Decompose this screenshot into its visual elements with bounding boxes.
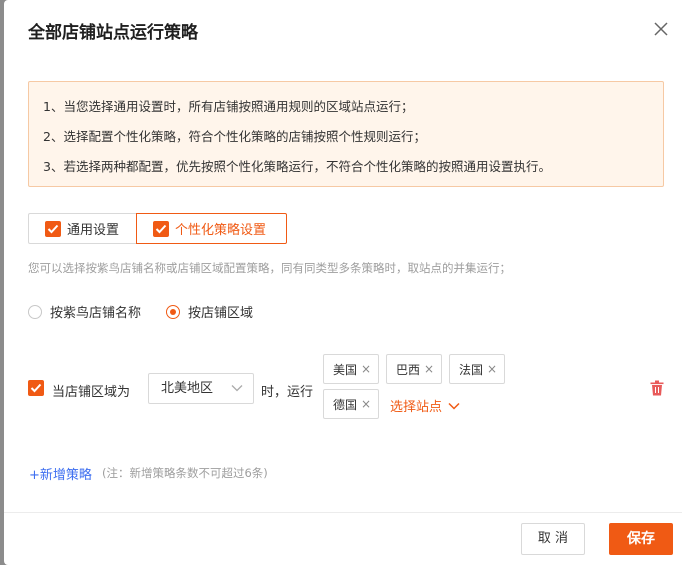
site-tag-us: 美国 × (323, 354, 380, 384)
notice-line-2: 2、选择配置个性化策略，符合个性化策略的店铺按照个性规则运行； (43, 129, 426, 144)
radio-by-store-name[interactable]: 按紫鸟店铺名称 (28, 302, 141, 321)
cancel-button[interactable]: 取 消 (521, 523, 585, 555)
general-checkbox-icon (45, 220, 61, 237)
site-tag-label: 巴西 (396, 362, 421, 377)
delete-rule-icon[interactable] (650, 380, 664, 396)
site-tag-label: 德国 (333, 397, 358, 412)
notice-box: 1、当您选择通用设置时，所有店铺按照通用规则的区域站点运行； 2、选择配置个性化… (28, 81, 664, 187)
notice-line-3: 3、若选择两种都配置，优先按照个性化策略运行，不符合个性化策略的按照通用设置执行… (43, 159, 551, 174)
radio-label-store-name: 按紫鸟店铺名称 (50, 306, 142, 321)
site-tag-label: 美国 (333, 362, 358, 377)
site-tag-br: 巴西 × (386, 354, 443, 384)
save-button[interactable]: 保存 (609, 523, 673, 555)
custom-strategy-label: 个性化策略设置 (175, 223, 267, 238)
close-icon[interactable] (652, 20, 670, 38)
add-strategy-note: (注：新增策略条数不可超过6条) (102, 466, 268, 480)
region-select-value: 北美地区 (161, 381, 214, 396)
remove-tag-icon[interactable]: × (361, 397, 371, 411)
site-tag-fr: 法国 × (449, 354, 506, 384)
remove-tag-icon[interactable]: × (487, 362, 497, 376)
select-sites-link[interactable]: 选择站点 (390, 396, 460, 415)
strategy-hint: 您可以选择按紫鸟店铺名称或店铺区域配置策略，同有同类型多条策略时，取站点的并集运… (28, 261, 511, 275)
rule-middle-label: 时，运行 (261, 385, 314, 400)
add-strategy-link[interactable]: +新增策略 (29, 464, 92, 483)
strategy-dialog: 全部店铺站点运行策略 1、当您选择通用设置时，所有店铺按照通用规则的区域站点运行… (4, 0, 682, 565)
rule-prefix-label: 当店铺区域为 (52, 385, 131, 400)
remove-tag-icon[interactable]: × (424, 362, 434, 376)
rule-checkbox[interactable] (28, 380, 44, 396)
radio-by-store-region[interactable]: 按店铺区域 (166, 302, 253, 321)
general-settings-label: 通用设置 (67, 223, 120, 238)
notice-line-1: 1、当您选择通用设置时，所有店铺按照通用规则的区域站点运行； (43, 99, 414, 114)
site-tag-label: 法国 (459, 362, 484, 377)
select-sites-label: 选择站点 (390, 400, 443, 415)
chevron-down-icon (231, 385, 243, 392)
radio-on-icon (166, 304, 180, 319)
region-select[interactable]: 北美地区 (148, 373, 254, 404)
radio-off-icon (28, 304, 42, 319)
dialog-title: 全部店铺站点运行策略 (28, 23, 198, 43)
general-settings-toggle[interactable]: 通用设置 (28, 213, 142, 244)
custom-checkbox-icon (153, 220, 169, 237)
remove-tag-icon[interactable]: × (361, 362, 371, 376)
custom-strategy-toggle[interactable]: 个性化策略设置 (136, 213, 287, 244)
footer-divider (4, 512, 682, 513)
radio-label-store-region: 按店铺区域 (188, 306, 254, 321)
chevron-down-icon (448, 402, 460, 410)
site-tag-de: 德国 × (323, 389, 380, 419)
